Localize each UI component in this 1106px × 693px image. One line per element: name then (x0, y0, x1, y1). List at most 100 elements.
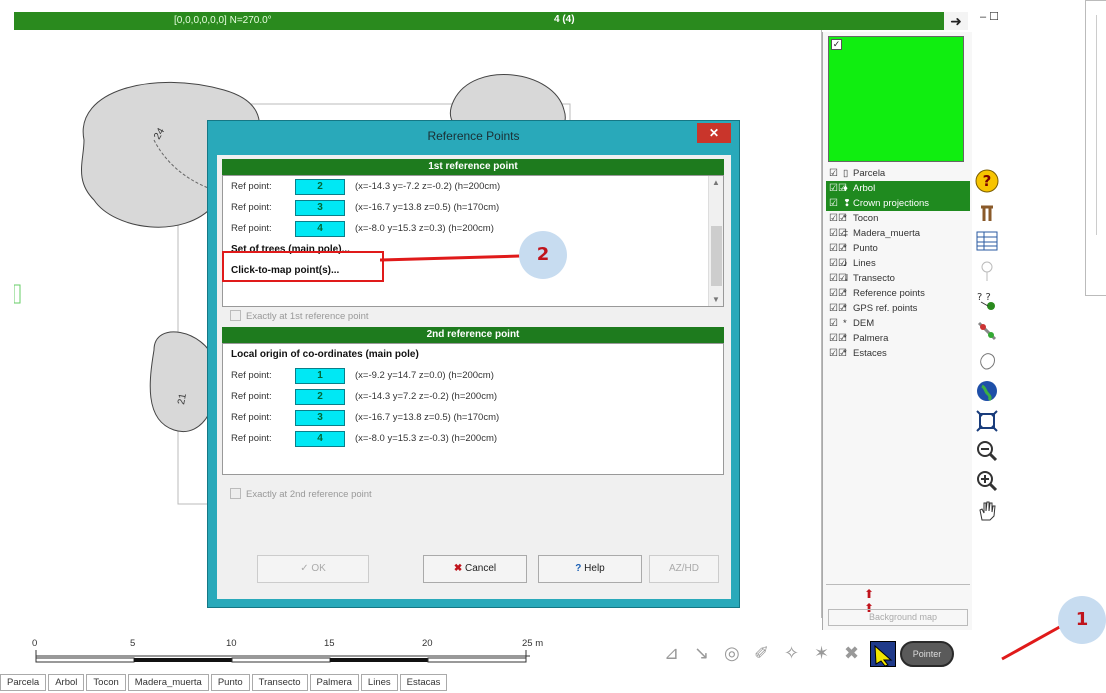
layer-checkbox[interactable]: ☑ (829, 196, 839, 211)
zoom-out-icon[interactable] (974, 438, 1000, 464)
delete-tool-icon[interactable]: ✖ (844, 643, 859, 664)
ref-point-row[interactable]: Ref point: 2 (x=-14.3 y=-7.2 z=-0.2) (h=20… (223, 176, 723, 197)
help-icon[interactable]: ? (974, 168, 1000, 194)
satellite-icon[interactable] (974, 318, 1000, 344)
second-ref-list[interactable]: Local origin of co-ordinates (main pole)… (222, 343, 724, 475)
layer-item[interactable]: ☑ * DEM (826, 316, 970, 331)
first-ref-header: 1st reference point (222, 159, 724, 175)
layer-item[interactable]: ☑☑* Palmera (826, 331, 970, 346)
layer-tab[interactable]: Palmera (309, 674, 359, 691)
ref-point-number[interactable]: 3 (295, 199, 345, 216)
ref-point-number[interactable]: 4 (295, 430, 345, 447)
draw-tool-icon[interactable]: ✐ (754, 643, 769, 664)
background-map-checkbox[interactable]: Background map (828, 609, 968, 626)
layer-item[interactable]: ☑☑* Tocon (826, 211, 970, 226)
exactly-first-checkbox[interactable]: Exactly at 1st reference point (222, 307, 724, 327)
pointer-tool-icon[interactable] (870, 641, 896, 667)
polygon-tool-icon[interactable]: ◎ (724, 643, 740, 664)
ref-point-row[interactable]: Ref point: 3 (x=-16.7 y=13.8 z=0.5) (h=170… (223, 407, 723, 428)
layer-checkbox[interactable]: ☑☑ (829, 181, 847, 196)
layer-label: Lines (853, 258, 876, 269)
layer-checkbox[interactable]: ☑☑ (829, 301, 847, 316)
pin-icon[interactable] (974, 258, 1000, 284)
layer-preview[interactable]: ✓ (828, 36, 964, 162)
layer-item[interactable]: ☑☑‡ Madera_muerta (826, 226, 970, 241)
exactly-second-checkbox[interactable]: Exactly at 2nd reference point (222, 485, 724, 505)
fit-extent-icon[interactable] (974, 408, 1000, 434)
cancel-button[interactable]: ✖ Cancel (423, 555, 527, 583)
help-label: Help (584, 563, 605, 574)
layer-tab[interactable]: Arbol (48, 674, 85, 691)
layer-checkbox[interactable]: ☑☑ (829, 271, 847, 286)
first-ref-list[interactable]: Ref point: 2 (x=-14.3 y=-7.2 z=-0.2) (h=20… (222, 175, 724, 307)
layer-checkbox[interactable]: ☑☑ (829, 241, 847, 256)
azhd-button[interactable]: AZ/HD (649, 555, 719, 583)
pointer-mode-button[interactable]: Pointer (900, 641, 954, 667)
scale-tick: 0 (32, 638, 38, 649)
callout-line-2 (380, 254, 520, 262)
help-button[interactable]: ? Help (538, 555, 642, 583)
zoom-in-icon[interactable] (974, 468, 1000, 494)
layer-tab[interactable]: Lines (360, 674, 398, 691)
layer-checkbox[interactable]: ☑ (829, 166, 839, 181)
first-list-scrollbar[interactable]: ▲ ▼ (708, 176, 723, 306)
layer-label: Tocon (853, 213, 879, 224)
layer-item[interactable]: ☑☑* Estaces (826, 346, 970, 361)
layer-checkbox[interactable]: ☑ (829, 316, 839, 331)
window-controls[interactable]: – ☐ (980, 10, 1012, 30)
layer-tab[interactable]: Tocon (86, 674, 126, 691)
local-origin-option[interactable]: Local origin of co-ordinates (main pole) (223, 344, 723, 365)
svg-text:? ?: ? ? (977, 292, 991, 303)
layer-checkbox[interactable]: ☑☑ (829, 211, 847, 226)
table-icon[interactable] (974, 228, 1000, 254)
object-count: 4 (4) (554, 14, 575, 25)
ref-point-row[interactable]: Ref point: 1 (x=-9.2 y=14.7 z=0.0) (h=200c… (223, 365, 723, 386)
measure-icon[interactable]: ⊿ (664, 643, 679, 664)
layer-label: Madera_muerta (853, 228, 921, 239)
ref-point-row[interactable]: Ref point: 3 (x=-16.7 y=13.8 z=0.5) (h=170… (223, 197, 723, 218)
layer-item[interactable]: ☑☑* Reference points (826, 286, 970, 301)
globe-icon[interactable] (974, 378, 1000, 404)
nodes-icon[interactable]: ? ? (974, 288, 1000, 314)
layer-label: Reference points (853, 288, 925, 299)
layer-tab[interactable]: Punto (210, 674, 250, 691)
layer-item[interactable]: ☑ ▯ Parcela (826, 166, 970, 181)
layer-item[interactable]: ☑☑⇃ Transecto (826, 271, 970, 286)
layer-item[interactable]: ☑☑* GPS ref. points (826, 301, 970, 316)
vertex-tool-icon[interactable]: ✧ (784, 643, 799, 664)
layer-item[interactable]: ☑☑* Punto (826, 241, 970, 256)
layer-checkbox[interactable]: ☑☑ (829, 346, 847, 361)
pan-hand-icon[interactable] (974, 498, 1000, 524)
ref-point-label: Ref point: (231, 370, 272, 381)
split-tool-icon[interactable]: ✶ (814, 643, 829, 664)
ref-point-number[interactable]: 1 (295, 367, 345, 384)
preview-checkbox[interactable]: ✓ (831, 39, 842, 50)
layer-item[interactable]: ☑☑♪ Lines (826, 256, 970, 271)
crown-icon[interactable] (974, 348, 1000, 374)
layer-item[interactable]: ☑☑♦ Arbol (826, 181, 970, 196)
layer-checkbox[interactable]: ☑☑ (829, 256, 847, 271)
layer-item[interactable]: ☑ ❢ Crown projections (826, 196, 970, 211)
tree-icon[interactable] (974, 198, 1000, 224)
dialog-title: Reference Points (427, 129, 520, 143)
line-tool-icon[interactable]: ↘ (694, 643, 709, 664)
layer-tab[interactable]: Parcela (0, 674, 47, 691)
ref-point-number[interactable]: 3 (295, 409, 345, 426)
layer-tab[interactable]: Madera_muerta (127, 674, 209, 691)
scale-tick: 20 (422, 638, 433, 649)
arrow-right-icon[interactable]: ➜ (944, 12, 968, 30)
ref-point-label: Ref point: (231, 202, 272, 213)
ref-point-row[interactable]: Ref point: 4 (x=-8.0 y=15.3 z=0.3) (h=200c… (223, 218, 723, 239)
ref-point-number[interactable]: 2 (295, 178, 345, 195)
layer-checkbox[interactable]: ☑☑ (829, 226, 847, 241)
layer-tab[interactable]: Estacas (399, 674, 448, 691)
layer-tab[interactable]: Transecto (251, 674, 308, 691)
ok-button[interactable]: ✓ OK (257, 555, 369, 583)
ref-point-row[interactable]: Ref point: 2 (x=-14.3 y=7.2 z=-0.2) (h=200… (223, 386, 723, 407)
layer-checkbox[interactable]: ☑☑ (829, 331, 847, 346)
close-icon[interactable]: ✕ (697, 123, 731, 143)
ref-point-number[interactable]: 2 (295, 388, 345, 405)
ref-point-number[interactable]: 4 (295, 220, 345, 237)
layer-checkbox[interactable]: ☑☑ (829, 286, 847, 301)
ref-point-row[interactable]: Ref point: 4 (x=-8.0 y=15.3 z=-0.3) (h=200… (223, 428, 723, 449)
